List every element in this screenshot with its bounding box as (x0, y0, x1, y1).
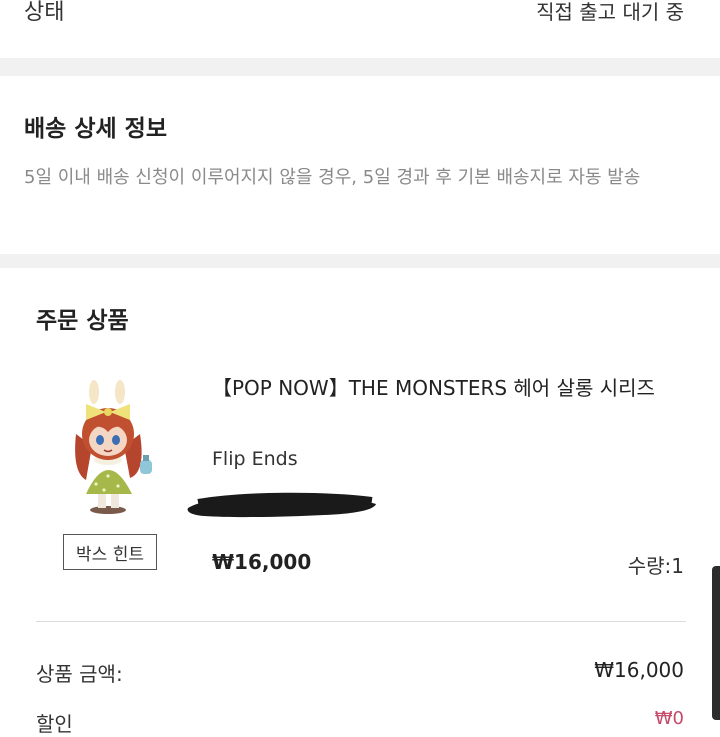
subtotal-label: 상품 금액: (36, 662, 123, 686)
divider (36, 621, 686, 622)
shipping-detail-description: 5일 이내 배송 신청이 이루어지지 않을 경우, 5일 경과 후 기본 배송지… (24, 167, 641, 188)
scrollbar-thumb[interactable] (712, 566, 720, 720)
product-thumbnail[interactable] (56, 376, 166, 516)
discount-label: 할인 (36, 712, 73, 736)
section-divider (0, 58, 720, 76)
shipping-detail-section: 배송 상세 정보 5일 이내 배송 신청이 이루어지지 않을 경우, 5일 경과… (0, 76, 720, 254)
status-row: 상태 직접 출고 대기 중 (0, 0, 720, 58)
figure-toy-image (75, 380, 152, 514)
status-label: 상태 (24, 0, 65, 25)
product-quantity: 수량:1 (627, 554, 684, 578)
product-name[interactable]: 【POP NOW】THE MONSTERS 헤어 살롱 시리즈 (212, 372, 692, 405)
section-divider (0, 254, 720, 268)
product-option: Flip Ends (212, 448, 298, 470)
status-value: 직접 출고 대기 중 (536, 0, 684, 24)
product-price: ₩16,000 (212, 550, 312, 574)
discount-value: ₩0 (654, 708, 684, 729)
shipping-detail-title: 배송 상세 정보 (24, 116, 167, 142)
subtotal-value: ₩16,000 (594, 658, 684, 682)
order-products-title: 주문 상품 (36, 308, 129, 334)
redaction-mark (187, 492, 376, 518)
order-products-section: 주문 상품 박스 힌트 【POP NOW】THE MONSTERS 헤어 살롱 … (0, 268, 720, 736)
box-hint-button[interactable]: 박스 힌트 (63, 534, 157, 570)
